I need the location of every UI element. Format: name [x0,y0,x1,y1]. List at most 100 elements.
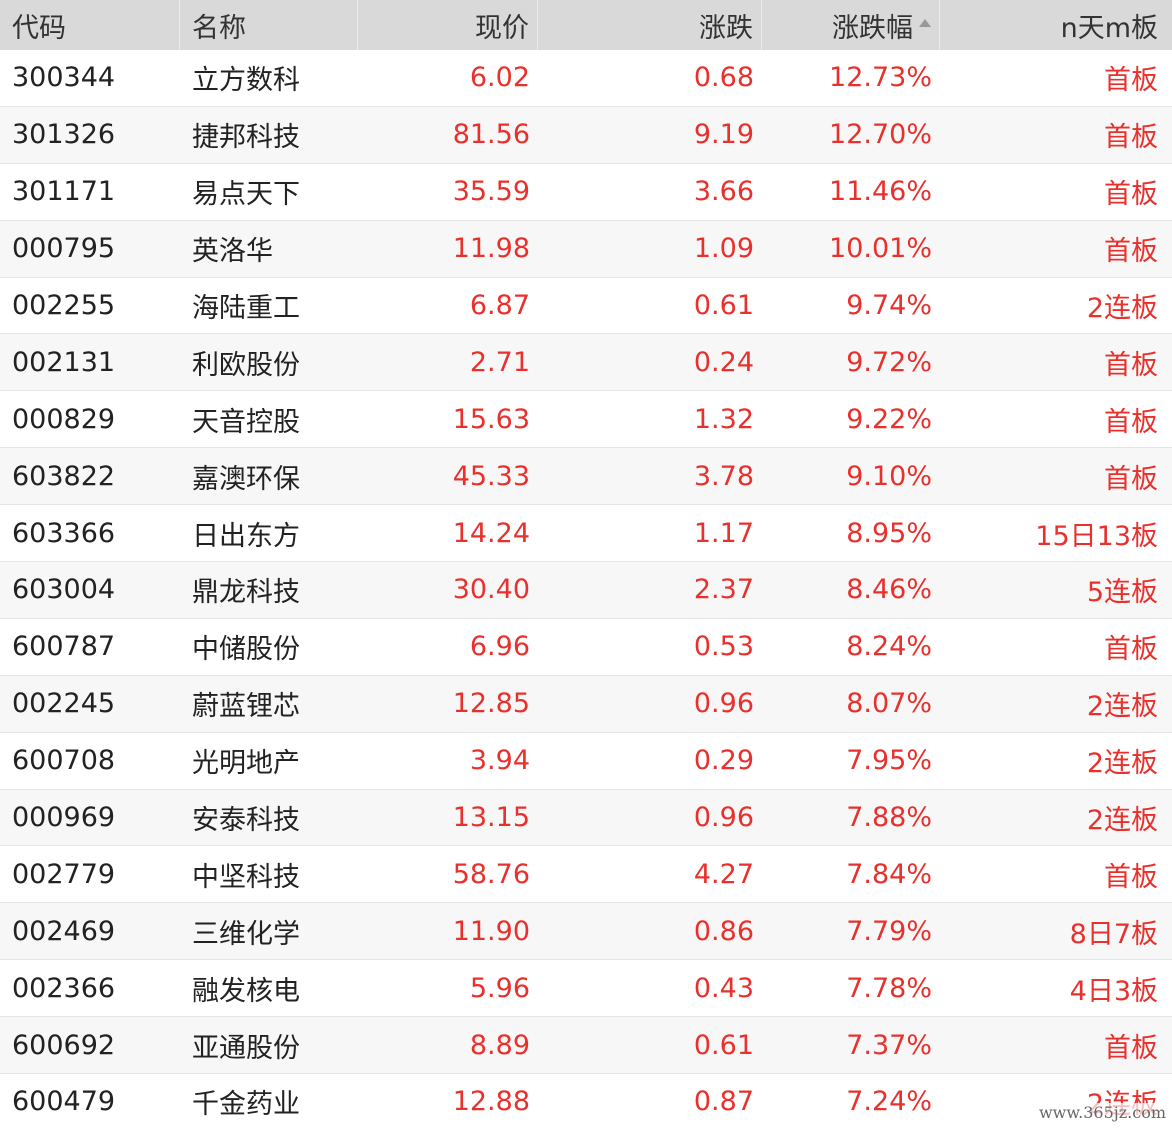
cell-change: 4.27 [693,858,754,890]
table-row[interactable]: 600479千金药业12.880.877.24%2连板 [0,1074,1172,1128]
cell-name: 英洛华 [192,236,273,268]
cell-change: 0.96 [693,688,754,720]
cell-price: 5.96 [469,972,530,1004]
cell-change: 3.78 [693,460,754,492]
cell-name: 日出东方 [192,520,300,552]
cell-name: 中储股份 [192,634,300,666]
cell-code: 002131 [12,346,116,378]
table-row[interactable]: 603822 嘉澳环保 45.33 3.78 9.10% 首板 [0,448,1172,506]
table-row[interactable]: 600708 光明地产 3.94 0.29 7.95% 2连板 [0,732,1172,790]
cell-change-percent: 7.78% [846,972,932,1004]
cell-name: 立方数科 [192,65,300,97]
cell-code: 603004 [12,574,116,606]
cell-board: 2连板 [1086,805,1158,837]
cell-price: 12.85 [452,688,530,720]
cell-board: 2连板 [1086,293,1158,324]
cell-change: 0.29 [693,745,754,777]
table-row[interactable]: 301326 捷邦科技 81.56 9.19 12.70% 首板 [0,106,1172,164]
table-row[interactable]: 600692 亚通股份 8.89 0.61 7.37% 首板 [0,1017,1172,1075]
cell-code: 600787 [12,631,116,663]
cell-code: 600708 [12,745,116,777]
cell-change: 0.61 [693,290,754,321]
column-header-code[interactable]: 代码 [0,0,180,50]
table-body: 300344 立方数科 6.02 0.68 12.73% 首板 301326 捷邦科技 81.5… [0,50,1172,1128]
cell-price: 58.76 [452,858,530,890]
cell-code: 002779 [12,858,116,890]
cell-change-percent: 9.72% [846,346,932,378]
cell-name: 海陆重工 [192,293,300,324]
cell-change: 9.19 [693,119,754,151]
cell-change-percent: 8.07% [846,688,932,720]
cell-change-percent: 12.70% [829,119,932,151]
cell-change-percent: 7.79% [846,915,932,947]
cell-code: 002255 [12,290,116,321]
cell-change: 0.86 [693,915,754,947]
cell-price: 6.96 [469,631,530,663]
table-row[interactable]: 300344 立方数科 6.02 0.68 12.73% 首板 [0,50,1172,107]
cell-name: 安泰科技 [192,805,300,837]
cell-code: 000795 [12,233,116,265]
cell-name: 中坚科技 [192,861,300,893]
cell-change-percent: 7.88% [846,802,932,834]
table-row[interactable]: 603004 鼎龙科技 30.40 2.37 8.46% 5连板 [0,562,1172,619]
cell-board: 5连板 [1086,577,1158,609]
table-row[interactable]: 000969 安泰科技 13.15 0.96 7.88% 2连板 [0,789,1172,847]
cell-board: 首板 [1104,463,1158,495]
table-row[interactable]: 000795 英洛华 11.98 1.09 10.01% 首板 [0,220,1172,278]
column-header-name[interactable]: 名称 [180,0,358,50]
cell-name: 易点天下 [192,179,300,211]
table-row[interactable]: 002131 利欧股份 2.71 0.24 9.72% 首板 [0,334,1172,392]
table-row[interactable]: 000829 天音控股 15.63 1.32 9.22% 首板 [0,391,1172,449]
cell-name: 光明地产 [192,748,300,780]
column-header-change-percent[interactable]: 涨跌幅 [762,0,940,50]
table-row[interactable]: 603366 日出东方 14.24 1.17 8.95% 15日13板 [0,505,1172,563]
cell-name: 捷邦科技 [192,122,300,154]
cell-change: 0.43 [693,972,754,1004]
stock-table: 代码 名称 现价 涨跌 涨跌幅 n天m板 300344 立方数科 6.02 0.68 1… [0,0,1172,1128]
cell-change-percent: 8.24% [846,631,932,663]
cell-price: 11.90 [452,915,530,947]
table-row[interactable]: 600787 中储股份 6.96 0.53 8.24% 首板 [0,618,1172,676]
sort-ascending-icon[interactable] [919,19,931,27]
cell-code: 603822 [12,460,116,492]
column-header-price[interactable]: 现价 [358,0,538,50]
column-header-change[interactable]: 涨跌 [538,0,762,50]
table-row[interactable]: 002245 蔚蓝锂芯 12.85 0.96 8.07% 2连板 [0,675,1172,733]
cell-change: 0.68 [693,62,754,94]
cell-board: 首板 [1104,236,1158,268]
cell-code: 300344 [12,62,116,94]
cell-code: 600479 [12,1086,116,1118]
cell-change: 1.17 [693,517,754,549]
cell-name: 三维化学 [192,918,300,950]
cell-price: 35.59 [452,176,530,208]
table-row[interactable]: 301171 易点天下 35.59 3.66 11.46% 首板 [0,163,1172,221]
cell-board: 首板 [1104,65,1158,97]
cell-price: 11.98 [452,233,530,265]
cell-code: 002245 [12,688,116,720]
cell-price: 45.33 [452,460,530,492]
cell-price: 30.40 [452,574,530,606]
table-row[interactable]: 002779 中坚科技 58.76 4.27 7.84% 首板 [0,846,1172,904]
cell-name: 鼎龙科技 [192,577,300,609]
cell-name: 千金药业 [192,1089,300,1121]
table-row[interactable]: 002255 海陆重工 6.87 0.61 9.74% 2连板 [0,277,1172,335]
cell-change: 0.96 [693,802,754,834]
cell-change-percent: 9.22% [846,403,932,435]
table-row[interactable]: 002366 融发核电 5.96 0.43 7.78% 4日3板 [0,960,1172,1018]
cell-board: 4日3板 [1069,975,1158,1007]
cell-board: 首板 [1104,406,1158,438]
cell-name: 融发核电 [192,975,300,1007]
cell-change: 1.09 [693,233,754,265]
column-header-board[interactable]: n天m板 [940,0,1172,50]
cell-code: 603366 [12,517,116,549]
cell-change: 2.37 [693,574,754,606]
table-row[interactable]: 002469 三维化学 11.90 0.86 7.79% 8日7板 [0,903,1172,961]
cell-board: 首板 [1104,179,1158,211]
cell-code: 002469 [12,915,116,947]
cell-name: 天音控股 [192,406,300,438]
watermark: www.365jz.com [1038,1103,1166,1122]
cell-change-percent: 11.46% [829,176,932,208]
cell-change-percent: 7.24% [846,1086,932,1118]
cell-code: 301326 [12,119,116,151]
cell-change-percent: 7.84% [846,858,932,890]
